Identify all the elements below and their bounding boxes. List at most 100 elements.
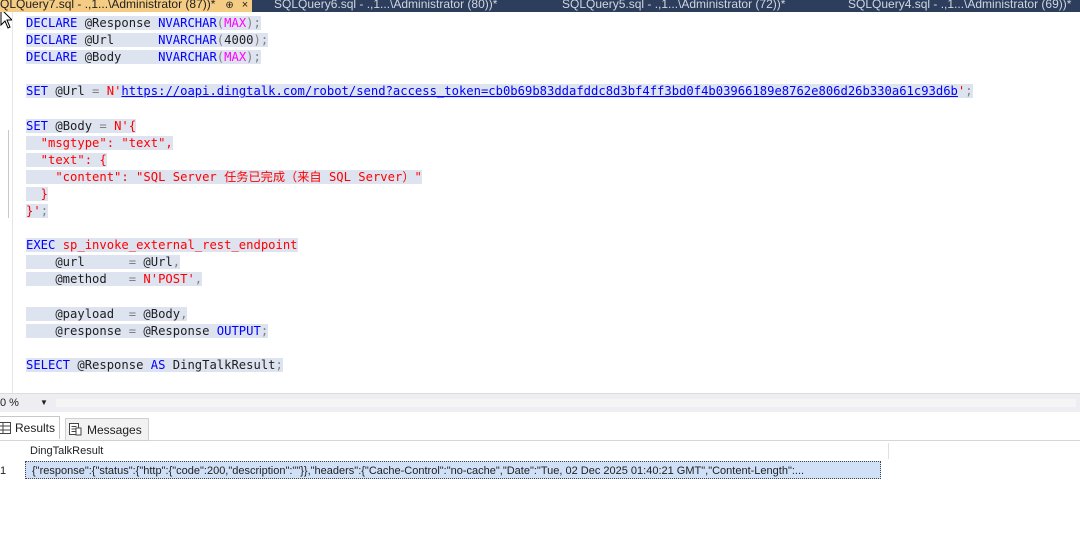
results-tab-strip: Results Messages: [0, 416, 1080, 441]
code-token: DECLARE: [26, 16, 78, 30]
code-token: NVARCHAR: [158, 16, 217, 30]
code-token: MAX: [224, 16, 247, 30]
pin-icon[interactable]: ⊕: [225, 0, 233, 11]
results-grid[interactable]: DingTalkResult 1 {"response":{"status":{…: [0, 441, 1080, 558]
code-line[interactable]: SELECT @Response AS DingTalkResult;: [26, 357, 973, 374]
document-tab-bar: SQLQuery7.sql - .,1...\Administrator (87…: [0, 0, 1080, 12]
code-token: OUTPUT: [216, 323, 261, 338]
code-line[interactable]: @response = @Response OUTPUT;: [26, 323, 973, 340]
code-line[interactable]: }';: [26, 203, 973, 220]
tab-messages-label: Messages: [87, 423, 142, 437]
code-token: =: [128, 306, 137, 321]
sql-code[interactable]: DECLARE @Response NVARCHAR(MAX); DECLARE …: [26, 15, 973, 374]
code-line-text: @method = N'POST',: [26, 272, 203, 287]
tab-results[interactable]: Results: [0, 416, 60, 439]
code-line[interactable]: }: [26, 186, 973, 203]
code-token: EXEC: [26, 238, 56, 253]
messages-icon: [69, 423, 82, 436]
code-token: ;: [275, 357, 283, 372]
code-token: ;: [260, 323, 269, 338]
code-line-text: "msgtype": "text",: [26, 135, 173, 150]
code-line[interactable]: [26, 100, 973, 117]
code-token: MAX: [224, 50, 247, 65]
code-line[interactable]: DECLARE @Url NVARCHAR(4000);: [26, 32, 973, 49]
code-token: SET: [26, 84, 49, 99]
code-token: "msgtype": "text",: [26, 135, 173, 150]
tab-messages[interactable]: Messages: [65, 418, 149, 441]
code-line[interactable]: [26, 66, 973, 83]
code-line-text: DECLARE @Url NVARCHAR(4000);: [26, 33, 269, 48]
code-line[interactable]: [26, 340, 973, 357]
code-line[interactable]: EXEC sp_invoke_external_rest_endpoint: [26, 237, 973, 254]
tab-sqlquery4[interactable]: SQLQuery4.sql - .,1...\Administrator (69…: [848, 0, 1071, 12]
code-line[interactable]: "content": "SQL Server 任务已完成（来自 SQL Serv…: [26, 169, 973, 186]
code-line-text: SET @Url = N'https://oapi.dingtalk.com/r…: [26, 84, 973, 99]
code-line[interactable]: [26, 220, 973, 237]
code-token: ;: [40, 204, 49, 219]
code-line[interactable]: "msgtype": "text",: [26, 135, 973, 152]
code-line-text: "content": "SQL Server 任务已完成（来自 SQL Serv…: [26, 169, 422, 184]
code-token: );: [246, 50, 261, 65]
code-token: DingTalkResult: [165, 357, 276, 372]
code-token: ;: [965, 84, 973, 99]
code-token: =: [128, 255, 137, 270]
code-line[interactable]: [26, 289, 973, 306]
tab-label: SQLQuery4.sql - .,1...\Administrator (69…: [848, 0, 1072, 11]
horizontal-scrollbar[interactable]: [56, 399, 1076, 407]
code-token: @payload: [26, 306, 129, 321]
tab-label: SQLQuery7.sql - .,1...\Administrator (87…: [0, 0, 216, 11]
code-token: @Response: [70, 357, 151, 372]
code-line[interactable]: @url = @Url,: [26, 254, 973, 271]
tab-sqlquery7[interactable]: SQLQuery7.sql - .,1...\Administrator (87…: [0, 0, 253, 12]
code-token: N'POST': [143, 272, 195, 287]
close-icon[interactable]: ×: [242, 0, 248, 11]
result-cell[interactable]: {"response":{"status":{"http":{"code":20…: [25, 461, 881, 479]
code-token: ,: [180, 306, 188, 321]
code-line[interactable]: SET @Url = N'https://oapi.dingtalk.com/r…: [26, 83, 973, 100]
tab-results-label: Results: [15, 421, 56, 435]
editor-status-strip: 0 % ▼: [0, 393, 1080, 412]
code-line[interactable]: SET @Body = N'{: [26, 118, 973, 135]
code-line-text: DECLARE @Body NVARCHAR(MAX);: [26, 50, 261, 65]
code-token: );: [246, 16, 261, 30]
code-token: NVARCHAR: [158, 50, 217, 65]
tab-label: SQLQuery5.sql - .,1...\Administrator (72…: [562, 0, 786, 11]
tab-sqlquery5[interactable]: SQLQuery5.sql - .,1...\Administrator (72…: [562, 0, 785, 12]
code-line-text: DECLARE @Response NVARCHAR(MAX);: [26, 16, 261, 30]
code-line[interactable]: @payload = @Body,: [26, 306, 973, 323]
code-line[interactable]: DECLARE @Response NVARCHAR(MAX);: [26, 15, 973, 32]
code-line[interactable]: "text": {: [26, 152, 973, 169]
tab-sqlquery6[interactable]: SQLQuery6.sql - .,1...\Administrator (80…: [274, 0, 497, 12]
grid-icon: [0, 422, 11, 434]
code-token: @Response: [136, 323, 217, 338]
code-token: @Body: [48, 118, 100, 133]
code-token: "content": "SQL Server 任务已完成（来自 SQL Serv…: [26, 169, 422, 184]
column-header-dingtalkresult[interactable]: DingTalkResult: [24, 443, 889, 459]
chevron-down-icon: ▼: [40, 398, 48, 407]
code-line[interactable]: DECLARE @Body NVARCHAR(MAX);: [26, 49, 973, 66]
outline-collapse-line: [8, 130, 9, 218]
code-token: NVARCHAR: [158, 33, 217, 48]
code-token: N': [106, 84, 122, 99]
zoom-dropdown[interactable]: 0 % ▼: [0, 396, 48, 410]
code-token: DECLARE: [26, 50, 78, 65]
code-token: 4000: [224, 33, 254, 48]
code-line-text: EXEC sp_invoke_external_rest_endpoint: [26, 238, 298, 253]
row-number[interactable]: 1: [0, 461, 22, 481]
code-token: =: [128, 272, 137, 287]
code-token: ,: [172, 255, 181, 270]
code-line[interactable]: @method = N'POST',: [26, 271, 973, 288]
query-editor[interactable]: DECLARE @Response NVARCHAR(MAX); DECLARE …: [0, 12, 1080, 393]
code-token: ,: [194, 272, 203, 287]
code-token: );: [253, 33, 269, 48]
code-token: @Url: [136, 255, 173, 270]
code-line-text: }';: [26, 204, 49, 219]
code-token: }: [26, 186, 49, 201]
editor-gutter-divider: [12, 12, 13, 393]
code-token: https://oapi.dingtalk.com/robot/send?acc…: [121, 84, 958, 99]
code-token: sp_invoke_external_rest_endpoint: [62, 238, 298, 253]
code-line-text: SELECT @Response AS DingTalkResult;: [26, 357, 283, 372]
code-token: "text": {: [26, 152, 107, 167]
